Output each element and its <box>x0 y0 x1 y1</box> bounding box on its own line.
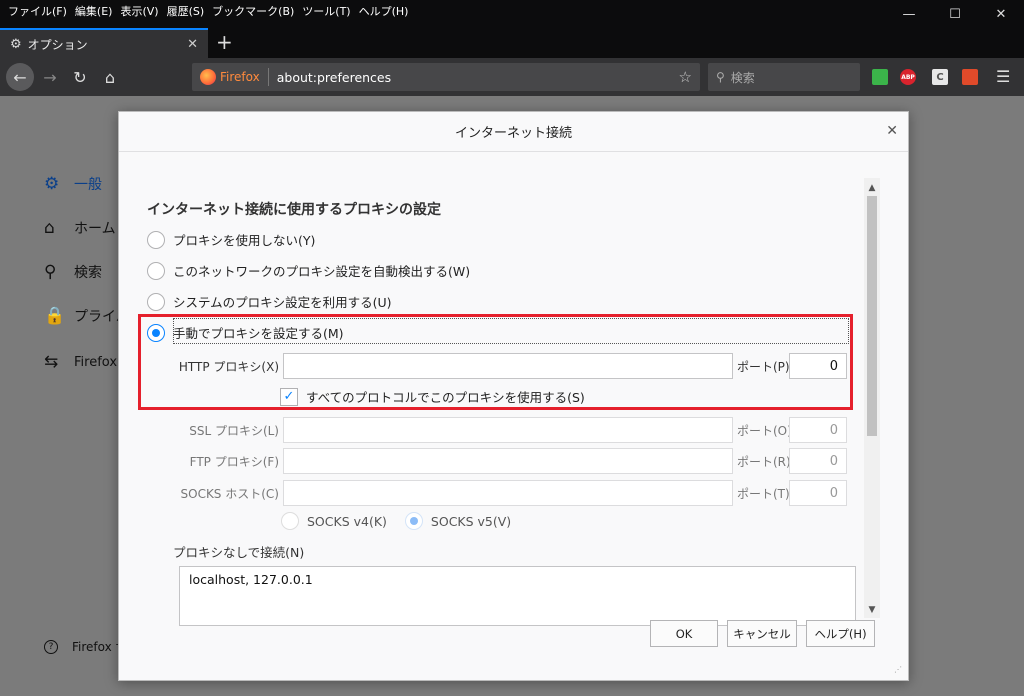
menu-file[interactable]: ファイル(F) <box>4 3 71 19</box>
scrollbar-thumb[interactable] <box>867 196 877 436</box>
gear-icon: ⚙ <box>10 36 22 52</box>
radio-button[interactable] <box>147 230 165 249</box>
ftp-port-label: ポート(R) <box>737 454 791 469</box>
scroll-down-icon[interactable]: ▼ <box>864 602 880 618</box>
radio-label: プロキシを使用しない(Y) <box>173 233 316 248</box>
home-icon[interactable]: ⌂ <box>96 63 124 91</box>
help-icon: ? <box>44 639 58 654</box>
socks-port-input[interactable]: 0 <box>789 480 847 506</box>
extension-red-icon[interactable] <box>962 69 978 85</box>
no-proxy-for-label: プロキシなしで接続(N) <box>173 545 305 560</box>
socks-host-label: SOCKS ホスト(C) <box>180 486 280 501</box>
hamburger-menu-icon[interactable]: ☰ <box>996 67 1010 86</box>
search-placeholder: 検索 <box>730 70 755 85</box>
menu-view[interactable]: 表示(V) <box>116 3 162 19</box>
socks-port-label: ポート(T) <box>737 486 790 501</box>
menu-history[interactable]: 履歴(S) <box>163 3 209 19</box>
ftp-port-input[interactable]: 0 <box>789 448 847 474</box>
radio-button[interactable] <box>147 292 165 311</box>
bookmark-star-icon[interactable]: ☆ <box>679 68 692 86</box>
extension-c-icon[interactable]: C <box>932 69 948 85</box>
ftp-proxy-row: FTP プロキシ(F) ポート(R) 0 <box>175 448 847 474</box>
sidebar-item-general[interactable]: ⚙ 一般 <box>44 174 102 194</box>
radio-no-proxy[interactable]: プロキシを使用しない(Y) <box>147 230 315 249</box>
radio-label: このネットワークのプロキシ設定を自動検出する(W) <box>173 264 471 279</box>
search-bar[interactable]: ⚲ 検索 <box>708 63 860 91</box>
no-proxy-for-textarea[interactable]: localhost, 127.0.0.1 <box>179 566 856 626</box>
dialog-title-text: インターネット接続 <box>454 126 572 141</box>
home-icon: ⌂ <box>44 218 55 238</box>
ssl-port-label: ポート(O) <box>737 423 792 438</box>
search-icon: ⚲ <box>44 262 57 282</box>
ssl-proxy-row: SSL プロキシ(L) ポート(O) 0 <box>175 417 847 443</box>
radio-socks-v4[interactable] <box>281 512 299 530</box>
radio-button[interactable] <box>147 261 165 280</box>
menu-help[interactable]: ヘルプ(H) <box>355 3 413 19</box>
highlight-box <box>138 314 853 410</box>
menu-edit[interactable]: 編集(E) <box>71 3 117 19</box>
reload-icon[interactable]: ↻ <box>66 63 94 91</box>
lock-icon: 🔒 <box>44 306 66 326</box>
tab-options[interactable]: ⚙ オプション ✕ <box>0 28 208 58</box>
ok-button[interactable]: OK <box>650 620 718 647</box>
cancel-button[interactable]: キャンセル <box>727 620 797 647</box>
sidebar-item-privacy[interactable]: 🔒 プライバ <box>44 306 130 326</box>
radio-auto-detect[interactable]: このネットワークのプロキシ設定を自動検出する(W) <box>147 261 470 280</box>
search-icon: ⚲ <box>716 70 725 84</box>
identity-label: Firefox <box>220 70 260 84</box>
url-bar[interactable]: Firefox about:preferences ☆ <box>192 63 700 91</box>
socks-host-row: SOCKS ホスト(C) ポート(T) 0 <box>175 480 847 506</box>
ssl-proxy-label: SSL プロキシ(L) <box>189 423 279 438</box>
close-icon[interactable]: ✕ <box>886 123 898 139</box>
tab-bar: ⚙ オプション ✕ + <box>0 22 1024 58</box>
section-title: インターネット接続に使用するプロキシの設定 <box>147 202 441 218</box>
socks-v5-label: SOCKS v5(V) <box>430 513 512 529</box>
sidebar-item-label: 一般 <box>74 177 102 193</box>
gear-icon: ⚙ <box>44 174 60 194</box>
firefox-logo-icon <box>200 69 216 85</box>
sidebar-item-sync[interactable]: ⇆ Firefox <box>44 352 117 372</box>
adblock-plus-icon[interactable]: ABP <box>900 69 916 85</box>
forward-icon[interactable]: → <box>36 63 64 91</box>
url-separator <box>267 68 269 86</box>
scroll-up-icon[interactable]: ▲ <box>864 180 880 196</box>
tab-title: オプション <box>27 37 88 52</box>
socks-v4-label: SOCKS v4(K) <box>307 513 387 529</box>
help-button[interactable]: ヘルプ(H) <box>806 620 875 647</box>
menu-bookmarks[interactable]: ブックマーク(B) <box>208 3 298 19</box>
sidebar-item-search[interactable]: ⚲ 検索 <box>44 262 102 282</box>
menu-bar: ファイル(F) 編集(E) 表示(V) 履歴(S) ブックマーク(B) ツール(… <box>0 0 1024 22</box>
sidebar-item-label: Firefox <box>74 354 118 370</box>
ftp-proxy-label: FTP プロキシ(F) <box>189 454 279 469</box>
sidebar-item-label: 検索 <box>74 265 102 281</box>
support-link[interactable]: ? Firefox サ <box>44 638 128 655</box>
ssl-port-input[interactable]: 0 <box>789 417 847 443</box>
tab-close-icon[interactable]: ✕ <box>187 37 198 52</box>
extension-green-icon[interactable] <box>872 69 888 85</box>
sidebar-item-label: ホーム <box>74 221 116 237</box>
url-text[interactable]: about:preferences <box>277 70 391 85</box>
dialog-scrollbar[interactable]: ▲ ▼ <box>864 178 880 618</box>
sidebar-item-home[interactable]: ⌂ ホーム <box>44 218 116 238</box>
resize-grip-icon[interactable]: ⋰ <box>894 666 904 676</box>
socks-host-input[interactable] <box>283 480 733 506</box>
ftp-proxy-input[interactable] <box>283 448 733 474</box>
sync-icon: ⇆ <box>44 352 59 372</box>
radio-socks-v5[interactable] <box>404 512 423 530</box>
menu-tools[interactable]: ツール(T) <box>298 3 354 19</box>
socks-version-group: SOCKS v4(K) SOCKS v5(V) <box>281 512 511 530</box>
back-icon[interactable]: ← <box>6 63 34 91</box>
radio-system-proxy[interactable]: システムのプロキシ設定を利用する(U) <box>147 292 392 311</box>
new-tab-icon[interactable]: + <box>216 30 233 54</box>
nav-bar: ← → ↻ ⌂ Firefox about:preferences ☆ ⚲ 検索… <box>0 58 1024 96</box>
ssl-proxy-input[interactable] <box>283 417 733 443</box>
radio-label: システムのプロキシ設定を利用する(U) <box>173 295 392 310</box>
dialog-title: インターネット接続 <box>119 112 908 152</box>
